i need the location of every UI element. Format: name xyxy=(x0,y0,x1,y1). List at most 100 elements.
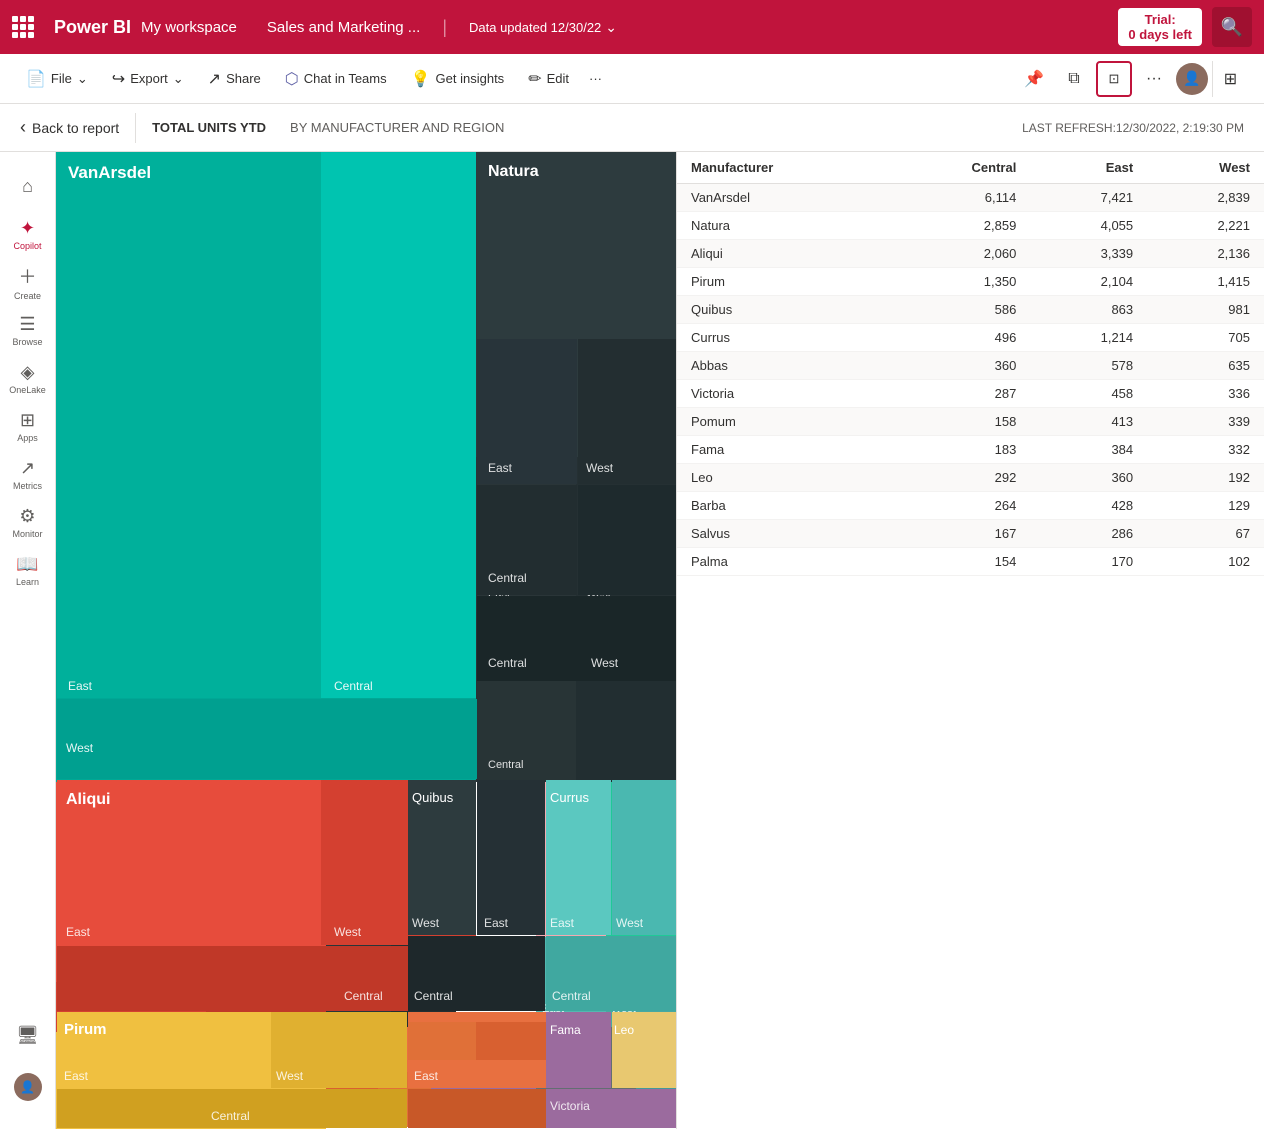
cell-west: 192 xyxy=(1147,464,1264,492)
table-row[interactable]: Currus 496 1,214 705 xyxy=(677,324,1264,352)
svg-text:East: East xyxy=(550,916,575,930)
cell-manufacturer: Barba xyxy=(677,492,890,520)
svg-text:Central: Central xyxy=(414,989,453,1003)
cell-central: 586 xyxy=(890,296,1030,324)
cell-manufacturer: Pomum xyxy=(677,408,890,436)
cell-central: 292 xyxy=(890,464,1030,492)
cell-manufacturer: Leo xyxy=(677,464,890,492)
sidebar-item-home[interactable]: ⌂ xyxy=(6,164,50,208)
pin-icon-button[interactable]: 📌 xyxy=(1016,61,1052,97)
table-row[interactable]: Aliqui 2,060 3,339 2,136 xyxy=(677,240,1264,268)
sidebar-item-browse[interactable]: ☰ Browse xyxy=(6,308,50,352)
cell-east: 4,055 xyxy=(1030,212,1147,240)
cell-west: 705 xyxy=(1147,324,1264,352)
edit-icon: ✏ xyxy=(528,69,541,89)
learn-icon: 📖 xyxy=(16,554,38,575)
table-row[interactable]: Salvus 167 286 67 xyxy=(677,520,1264,548)
table-row[interactable]: Barba 264 428 129 xyxy=(677,492,1264,520)
sidebar-item-feedback[interactable]: 🖥 xyxy=(6,1013,50,1057)
cell-manufacturer: Fama xyxy=(677,436,890,464)
sidebar-item-create[interactable]: ＋ Create xyxy=(6,260,50,304)
metrics-icon: ↗ xyxy=(20,458,35,479)
cell-east: 458 xyxy=(1030,380,1147,408)
file-button[interactable]: 📄 File ⌄ xyxy=(16,63,98,95)
cell-central: 6,114 xyxy=(890,184,1030,212)
share-button[interactable]: ↗ Share xyxy=(198,63,271,95)
cell-manufacturer: Salvus xyxy=(677,520,890,548)
app-grid-icon[interactable] xyxy=(12,16,34,38)
right-panel-toggle[interactable]: ⊞ xyxy=(1212,61,1248,97)
cell-central: 2,060 xyxy=(890,240,1030,268)
treemap-area[interactable]: VanArsdel East Central West Natura East … xyxy=(56,152,676,1129)
sidebar-item-profile[interactable]: 👤 xyxy=(6,1065,50,1109)
sidebar-item-onelake[interactable]: ◈ OneLake xyxy=(6,356,50,400)
duplicate-icon-button[interactable]: ⧉ xyxy=(1056,61,1092,97)
svg-text:Central: Central xyxy=(488,656,527,670)
svg-text:West: West xyxy=(334,925,362,939)
sidebar-item-apps[interactable]: ⊞ Apps xyxy=(6,404,50,448)
cell-east: 1,214 xyxy=(1030,324,1147,352)
report-title: Sales and Marketing ... xyxy=(267,19,420,36)
copilot-label: Copilot xyxy=(13,241,41,251)
table-row[interactable]: Quibus 586 863 981 xyxy=(677,296,1264,324)
main-layout: ⌂ ✦ Copilot ＋ Create ☰ Browse ◈ OneLake … xyxy=(0,152,1264,1129)
cell-west: 129 xyxy=(1147,492,1264,520)
sidebar-item-copilot[interactable]: ✦ Copilot xyxy=(6,212,50,256)
sidebar-item-monitor[interactable]: ⚙ Monitor xyxy=(6,500,50,544)
get-insights-button[interactable]: 💡 Get insights xyxy=(401,63,515,95)
focus-mode-button[interactable]: ⊡ xyxy=(1096,61,1132,97)
table-row[interactable]: Fama 183 384 332 xyxy=(677,436,1264,464)
cell-central: 158 xyxy=(890,408,1030,436)
cell-west: 102 xyxy=(1147,548,1264,576)
svg-text:Central: Central xyxy=(552,989,591,1003)
workspace-label[interactable]: My workspace xyxy=(141,19,237,36)
apps-label: Apps xyxy=(17,433,38,443)
toolbar-more-button[interactable]: ··· xyxy=(1136,61,1172,97)
cell-central: 287 xyxy=(890,380,1030,408)
table-row[interactable]: Palma 154 170 102 xyxy=(677,548,1264,576)
chat-in-teams-button[interactable]: ⬡ Chat in Teams xyxy=(275,63,397,95)
sidebar-item-metrics[interactable]: ↗ Metrics xyxy=(6,452,50,496)
svg-text:West: West xyxy=(412,916,440,930)
sidebar-item-learn[interactable]: 📖 Learn xyxy=(6,548,50,592)
user-avatar[interactable]: 👤 xyxy=(1176,63,1208,95)
table-row[interactable]: Natura 2,859 4,055 2,221 xyxy=(677,212,1264,240)
table-header-row: Manufacturer Central East West xyxy=(677,152,1264,184)
tab-total-units-ytd[interactable]: TOTAL UNITS YTD xyxy=(152,116,266,139)
table-row[interactable]: Pomum 158 413 339 xyxy=(677,408,1264,436)
sidebar: ⌂ ✦ Copilot ＋ Create ☰ Browse ◈ OneLake … xyxy=(0,152,56,1129)
cell-west: 332 xyxy=(1147,436,1264,464)
cell-manufacturer: Abbas xyxy=(677,352,890,380)
table-row[interactable]: Abbas 360 578 635 xyxy=(677,352,1264,380)
cell-west: 981 xyxy=(1147,296,1264,324)
search-button[interactable]: 🔍 xyxy=(1212,7,1252,47)
table-row[interactable]: Leo 292 360 192 xyxy=(677,464,1264,492)
svg-text:West: West xyxy=(586,461,614,475)
table-row[interactable]: VanArsdel 6,114 7,421 2,839 xyxy=(677,184,1264,212)
export-button[interactable]: ↪ Export ⌄ xyxy=(102,63,194,95)
data-table-area: Manufacturer Central East West VanArsdel… xyxy=(676,152,1264,1129)
export-icon: ↪ xyxy=(112,69,125,89)
table-row[interactable]: Pirum 1,350 2,104 1,415 xyxy=(677,268,1264,296)
col-east: East xyxy=(1030,152,1147,184)
cell-manufacturer: VanArsdel xyxy=(677,184,890,212)
file-chevron: ⌄ xyxy=(77,71,88,87)
feedback-icon: 🖥 xyxy=(16,1025,39,1046)
col-west: West xyxy=(1147,152,1264,184)
cell-manufacturer: Quibus xyxy=(677,296,890,324)
cell-central: 167 xyxy=(890,520,1030,548)
cell-west: 2,136 xyxy=(1147,240,1264,268)
onelake-label: OneLake xyxy=(9,385,46,395)
svg-text:Aliqui: Aliqui xyxy=(66,791,110,808)
more-options-button[interactable]: ··· xyxy=(583,65,608,92)
back-to-report-button[interactable]: ‹ Back to report xyxy=(20,117,119,138)
tab-by-manufacturer-region[interactable]: BY MANUFACTURER AND REGION xyxy=(282,116,512,139)
table-row[interactable]: Victoria 287 458 336 xyxy=(677,380,1264,408)
svg-text:Central: Central xyxy=(488,571,527,585)
edit-button[interactable]: ✏ Edit xyxy=(518,63,579,95)
separator: | xyxy=(442,17,447,38)
copilot-icon: ✦ xyxy=(20,218,35,239)
cell-west: 2,221 xyxy=(1147,212,1264,240)
svg-text:West: West xyxy=(591,656,619,670)
svg-text:East: East xyxy=(488,461,513,475)
